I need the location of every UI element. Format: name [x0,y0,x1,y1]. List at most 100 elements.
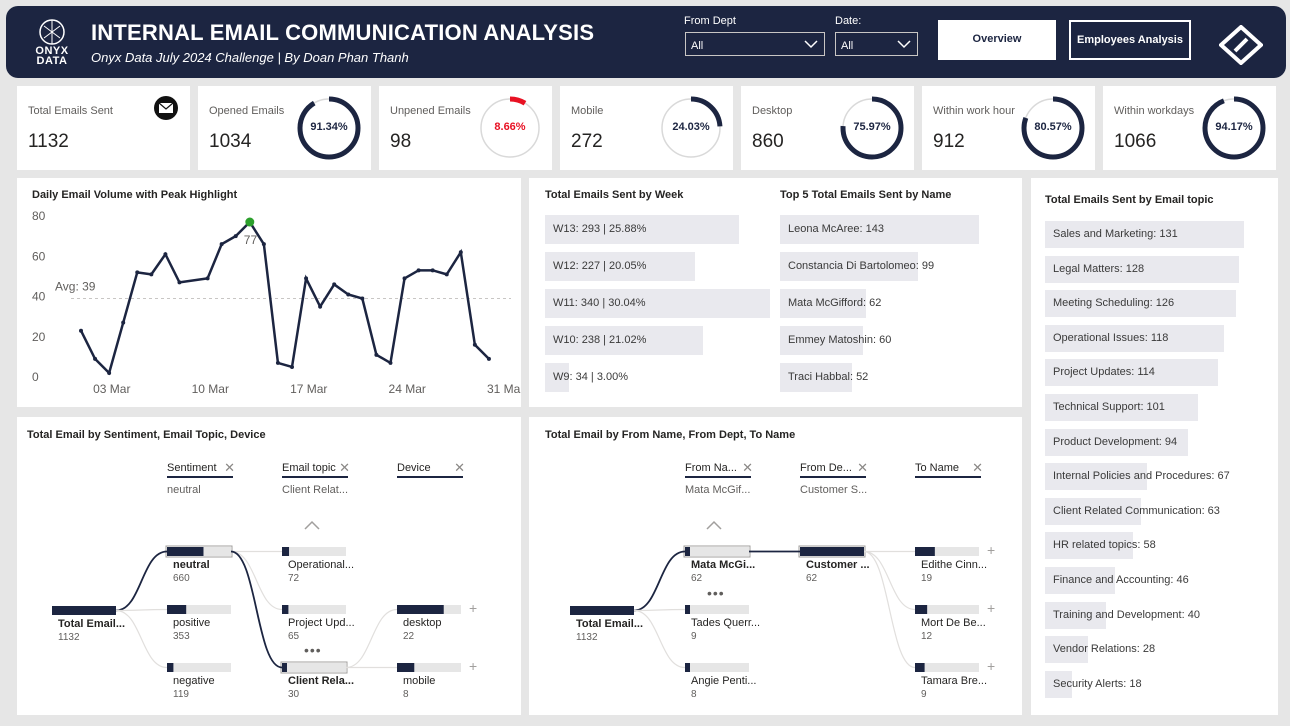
node-label[interactable]: Tades Querr... [691,617,760,629]
bar-item[interactable]: HR related topics: 58 [1045,532,1156,560]
expand-plus-icon[interactable]: + [987,542,995,558]
bar-item[interactable]: Leona McAree: 143 [780,215,979,244]
node-fill [800,547,864,556]
chevron-down-icon [804,40,818,49]
bar-item[interactable]: Client Related Communication: 63 [1045,497,1220,525]
bar-item[interactable]: Sales and Marketing: 131 [1045,221,1244,248]
date-select[interactable]: All [835,32,918,56]
expand-plus-icon[interactable]: + [987,600,995,616]
bar-item[interactable]: Training and Development: 40 [1045,601,1200,629]
data-point [458,250,463,255]
node-label[interactable]: desktop [403,617,442,629]
bar-item[interactable]: Traci Habbal: 52 [780,363,868,392]
data-point [318,304,323,309]
node-label[interactable]: Project Upd... [288,617,355,629]
level-header-label: From Na... [685,462,737,474]
daily-series-line [79,220,490,376]
tree-link [115,550,168,612]
node-label[interactable]: neutral [173,559,210,571]
tree-link [633,550,686,612]
sentiment-tree-card: Total Email by Sentiment, Email Topic, D… [17,417,521,715]
node-fill [167,663,174,672]
node-label[interactable]: Tamara Bre... [921,675,987,687]
node-label[interactable]: Client Rela... [288,675,354,687]
employees-analysis-button[interactable]: Employees Analysis [1069,20,1191,60]
kpi-label: Total Emails Sent [28,105,113,117]
data-point [275,360,280,365]
level-header-label: From De... [800,462,852,474]
close-icon[interactable]: ✕ [454,460,465,476]
node-fill [167,605,187,614]
kpi-percent: 75.97% [853,121,891,133]
from-dept-select[interactable]: All [685,32,825,56]
close-icon[interactable]: ✕ [857,460,868,476]
expand-plus-icon[interactable]: + [469,600,477,616]
data-point [332,282,337,287]
close-icon[interactable]: ✕ [224,460,235,476]
x-tick-label: 31 Mar [487,382,521,396]
node-track [167,663,231,672]
node-fill [167,547,204,556]
kpi-percent: 8.66% [494,121,526,133]
node-label[interactable]: positive [173,617,210,629]
root-label[interactable]: Total Email... [576,618,643,630]
more-dots-icon[interactable]: ••• [304,642,322,658]
node-label[interactable]: Operational... [288,559,354,571]
bar-item[interactable]: Security Alerts: 18 [1045,670,1142,698]
expand-plus-icon[interactable]: + [469,658,477,674]
bar-item[interactable]: W10: 238 | 21.02% [545,326,703,355]
bar-item[interactable]: Product Development: 94 [1045,428,1188,456]
bar-item[interactable]: Legal Matters: 128 [1045,255,1240,283]
bar-item[interactable]: Meeting Scheduling: 126 [1045,290,1237,318]
close-icon[interactable]: ✕ [339,460,350,476]
level-selection: neutral [167,484,201,496]
data-point [402,276,407,281]
close-icon[interactable]: ✕ [742,460,753,476]
data-point [374,352,379,357]
bar-item[interactable]: W12: 227 | 20.05% [545,252,696,281]
node-label[interactable]: Edithe Cinn... [921,559,987,571]
kpi-card: Within workdays 1066 94.17% [1103,86,1276,170]
bar-item[interactable]: Technical Support: 101 [1045,394,1199,421]
bar-item[interactable]: Project Updates: 114 [1045,359,1219,387]
expand-plus-icon[interactable]: + [987,658,995,674]
node-label[interactable]: Angie Penti... [691,675,756,687]
node-track [282,547,346,556]
bar-item[interactable]: Operational Issues: 118 [1045,324,1225,352]
y-tick-label: 0 [32,370,39,384]
node-label[interactable]: mobile [403,675,435,687]
bar-item[interactable]: Emmey Matoshin: 60 [780,326,891,355]
kpi-percent: 80.57% [1034,121,1072,133]
node-fill [685,663,690,672]
node-fill [915,547,935,556]
kpi-percent: 24.03% [672,121,710,133]
root-label[interactable]: Total Email... [58,618,125,630]
node-label[interactable]: negative [173,675,215,687]
bar-item[interactable]: Vendor Relations: 28 [1045,636,1155,664]
root-value: 1132 [58,632,80,643]
tree-link [633,608,686,612]
data-point [360,296,365,301]
node-label[interactable]: Customer ... [806,559,870,571]
bar-item[interactable]: Finance and Accounting: 46 [1045,567,1189,594]
bar-item[interactable]: W13: 293 | 25.88% [545,215,739,244]
node-track [685,663,749,672]
data-point [219,242,224,247]
node-value: 12 [921,631,933,642]
bar-item[interactable]: Mata McGifford: 62 [780,289,881,318]
peak-point [245,217,255,227]
kpi-card: Total Emails Sent 1132 [17,86,190,170]
data-point [79,328,83,333]
bar-item[interactable]: W11: 340 | 30.04% [545,289,770,318]
node-label[interactable]: Mort De Be... [921,617,986,629]
bar-item[interactable]: Internal Policies and Procedures: 67 [1045,463,1230,491]
overview-button[interactable]: Overview [938,20,1056,60]
node-value: 72 [288,573,300,584]
node-label[interactable]: Mata McGi... [691,559,755,571]
bar-item[interactable]: W9: 34 | 3.00% [545,363,628,392]
tree-link [115,608,168,612]
bar-item[interactable]: Constancia Di Bartolomeo: 99 [780,252,934,281]
data-point [472,342,477,347]
more-dots-icon[interactable]: ••• [707,585,725,601]
close-icon[interactable]: ✕ [972,460,983,476]
